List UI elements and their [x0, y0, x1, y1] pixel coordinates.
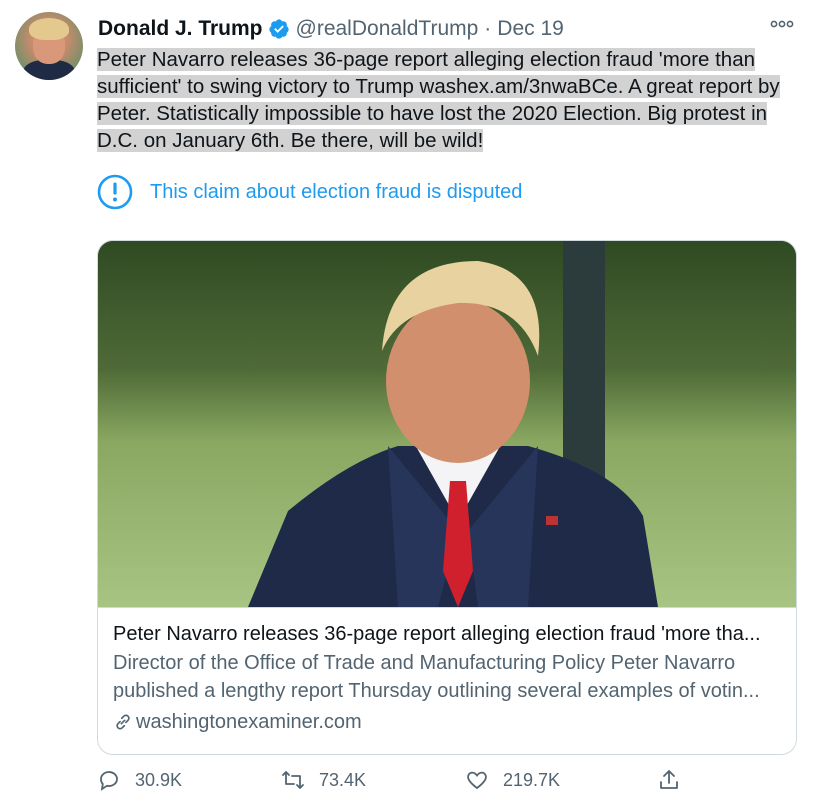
reply-count: 30.9K — [135, 769, 183, 790]
reply-button[interactable]: 30.9K — [97, 768, 182, 792]
retweet-button[interactable]: 73.4K — [281, 768, 366, 792]
reply-icon — [100, 771, 118, 791]
link-card[interactable]: Peter Navarro releases 36-page report al… — [97, 240, 797, 755]
card-domain[interactable]: washingtonexaminer.com — [113, 707, 783, 737]
tweet-header: Donald J. Trump @realDonaldTrump · Dec 1… — [98, 14, 564, 44]
separator-dot: · — [484, 17, 492, 40]
card-description: Director of the Office of Trade and Manu… — [113, 652, 760, 702]
retweet-icon — [282, 771, 304, 789]
disputed-claim-notice[interactable]: This claim about election fraud is dispu… — [97, 174, 522, 210]
info-exclamation-icon — [97, 174, 133, 210]
author-name[interactable]: Donald J. Trump — [98, 17, 263, 41]
card-info: Peter Navarro releases 36-page report al… — [113, 619, 783, 737]
more-options-icon[interactable] — [770, 14, 794, 34]
avatar[interactable] — [15, 12, 83, 80]
link-icon — [116, 714, 130, 730]
card-title[interactable]: Peter Navarro releases 36-page report al… — [113, 619, 783, 649]
disputed-claim-label[interactable]: This claim about election fraud is dispu… — [150, 181, 522, 204]
tweet-date[interactable]: Dec 19 — [497, 17, 564, 41]
like-button[interactable]: 219.7K — [465, 768, 560, 792]
share-icon — [660, 770, 678, 789]
card-domain-label: washingtonexaminer.com — [136, 711, 362, 733]
retweet-count: 73.4K — [319, 769, 367, 790]
tweet-text: Peter Navarro releases 36-page report al… — [97, 46, 807, 154]
tweet-actions: 30.9K 73.4K 219.7K — [97, 768, 797, 798]
share-button[interactable] — [657, 768, 695, 792]
tweet-text-content: Peter Navarro releases 36-page report al… — [97, 48, 780, 152]
verified-badge-icon — [268, 19, 289, 39]
heart-icon — [467, 771, 487, 790]
like-count: 219.7K — [503, 769, 561, 790]
tweet: Donald J. Trump @realDonaldTrump · Dec 1… — [0, 0, 822, 803]
card-image[interactable] — [98, 241, 796, 608]
author-handle[interactable]: @realDonaldTrump — [296, 17, 479, 41]
